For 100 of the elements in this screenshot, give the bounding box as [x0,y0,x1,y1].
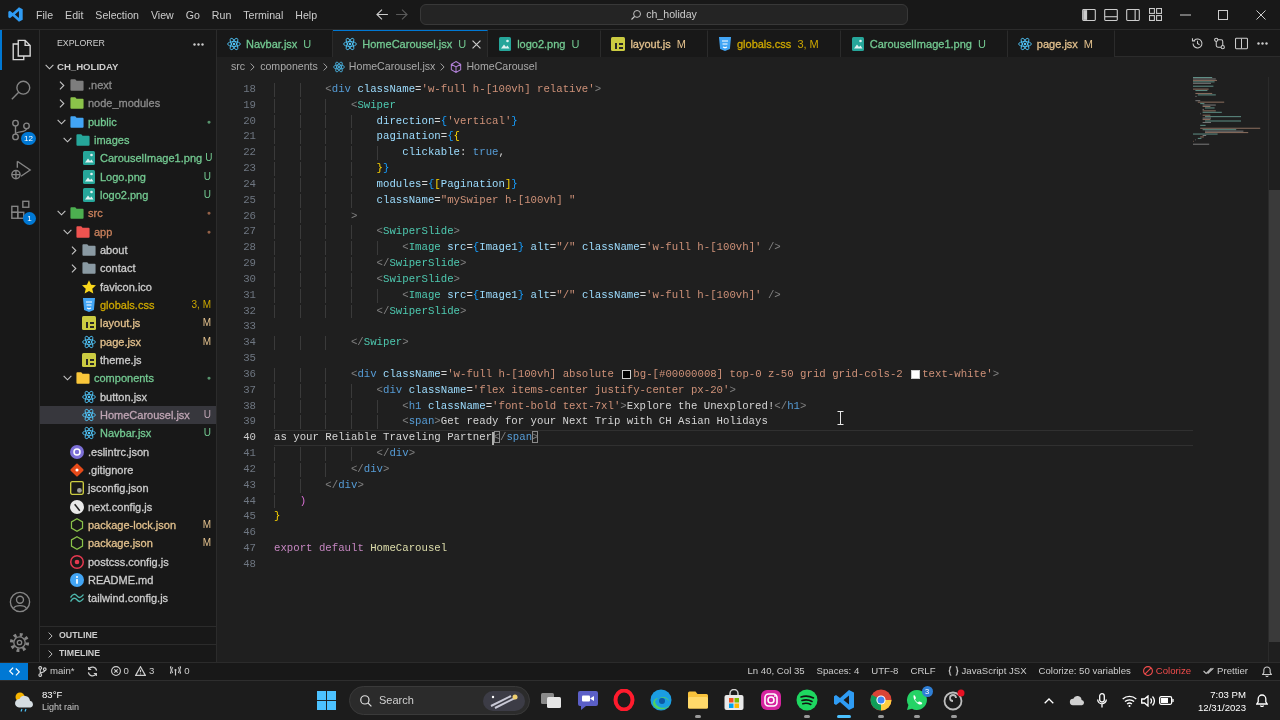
tree-item[interactable]: layout.js M [40,314,216,332]
close-icon[interactable] [1256,9,1266,20]
menu-item[interactable]: Terminal [237,4,290,25]
tree-item[interactable]: images [40,131,216,149]
breadcrumb[interactable]: HomeCarousel [450,59,538,75]
ports-button[interactable]: 0 [167,664,193,679]
status-item[interactable]: Colorize [1136,664,1198,679]
scrollbar-thumb[interactable] [1269,190,1280,642]
tree-item[interactable]: theme.js [40,351,216,369]
menu-item[interactable]: Go [179,4,206,25]
layout-icon[interactable] [1148,8,1162,21]
wifi-icon[interactable] [1121,694,1137,707]
tree-item[interactable]: Logo.png U [40,167,216,186]
tree-item[interactable]: .eslintrc.json [40,442,216,461]
clock-time[interactable]: 7:03 PM [1210,687,1246,701]
sidebar-toggle-icon[interactable] [1082,8,1096,21]
tree-item[interactable]: next.config.js [40,497,216,516]
breadcrumb[interactable]: HomeCarousel.jsx [332,59,436,75]
settings-icon[interactable] [9,631,30,653]
menu-item[interactable]: Help [289,4,324,25]
camera-icon[interactable] [759,688,782,711]
status-item[interactable]: Spaces: 4 [810,664,866,679]
video-chat-icon[interactable] [576,688,599,711]
more-icon[interactable] [193,42,204,46]
shopping-bag-icon[interactable] [723,688,746,711]
remote-button[interactable] [0,663,28,680]
cloud-icon[interactable] [1069,695,1085,706]
editor-tab[interactable]: CarouselImage1.png U [840,30,1008,57]
tree-item[interactable]: jsconfig.json [40,479,216,497]
tree-item[interactable]: tailwind.config.js [40,589,216,607]
clock-date[interactable]: 12/31/2023 [1198,700,1246,714]
source-control-icon[interactable] [9,119,32,141]
tree-item[interactable]: .gitignore [40,461,216,479]
section-header[interactable]: OUTLINE [40,626,216,644]
editor-tab[interactable]: logo2.png U [488,30,602,57]
maximize-icon[interactable] [1218,9,1228,20]
menu-item[interactable]: View [144,4,180,25]
tree-item[interactable]: package-lock.json M [40,516,216,534]
chat-phone-icon[interactable] [906,688,929,711]
breadcrumb[interactable]: src [231,59,246,75]
more-icon[interactable] [1257,41,1268,45]
menu-item[interactable]: Edit [59,4,90,25]
editor-tab[interactable]: globals.css 3, M [707,30,841,57]
history-icon[interactable] [1191,36,1204,50]
sync-icon[interactable] [86,666,98,677]
tree-item[interactable]: about [40,241,216,259]
status-item[interactable]: CRLF [904,664,942,679]
ring-icon[interactable] [613,688,636,711]
search-input[interactable]: Search [379,692,469,709]
problems-button[interactable]: 0 3 [107,664,158,679]
minimize-icon[interactable] [1179,13,1191,16]
tree-item[interactable]: contact [40,259,216,277]
menu-item[interactable]: Run [205,4,238,25]
extensions-icon[interactable] [9,199,32,221]
close-icon[interactable] [472,39,482,49]
status-item[interactable]: UTF-8 [865,664,905,679]
branch-button[interactable]: main* [34,664,79,679]
search-icon[interactable] [9,79,32,101]
tree-item[interactable]: README.md [40,571,216,589]
tree-item[interactable]: logo2.png U [40,186,216,204]
status-item[interactable]: Colorize: 50 variables [1032,664,1137,679]
command-center[interactable]: ch_holiday [420,4,908,25]
pinwheel-icon[interactable] [869,688,892,711]
breadcrumb[interactable]: components [260,59,318,75]
swirl-icon[interactable] [650,688,673,711]
tree-item[interactable]: node_modules [40,94,216,112]
editor-tab[interactable]: page.jsx M [1007,30,1115,57]
code-editor-icon[interactable] [833,688,856,711]
editor-tab[interactable]: HomeCarousel.jsx U [333,30,489,57]
tree-item[interactable]: postcss.config.js [40,552,216,571]
tree-item[interactable]: package.json M [40,534,216,552]
status-item[interactable]: JavaScript JSX [941,664,1033,679]
tree-item[interactable]: button.jsx [40,387,216,406]
tree-item[interactable]: CarouselImage1.png U [40,149,216,167]
panel-toggle-icon[interactable] [1104,8,1118,21]
editor-tab[interactable]: Navbar.jsx U [217,30,334,57]
start-icon[interactable] [316,691,336,710]
tree-item[interactable]: page.jsx M [40,332,216,351]
status-item[interactable]: Prettier [1197,664,1254,679]
arrow-left-icon[interactable] [376,9,388,20]
status-item[interactable]: Ln 40, Col 35 [741,664,811,679]
menu-item[interactable]: File [30,4,60,25]
compare-changes-icon[interactable] [1213,36,1226,50]
spiral-icon[interactable] [942,688,965,711]
bell-icon[interactable] [1262,666,1272,677]
speaker-icon[interactable] [1141,694,1155,707]
tree-item[interactable]: Navbar.jsx U [40,424,216,442]
battery-icon[interactable] [1158,696,1174,705]
menu-item[interactable]: Selection [89,4,145,25]
tree-item[interactable]: .next [40,76,216,94]
search-box[interactable]: Search [349,686,530,715]
section-header[interactable]: CH_HOLIDAY [40,58,216,76]
chevron-up-icon[interactable] [1044,697,1054,704]
microphone-icon[interactable] [1097,693,1107,708]
sound-waves-icon[interactable] [796,688,819,711]
tree-item[interactable]: HomeCarousel.jsx U [40,406,216,424]
tree-item[interactable]: globals.css 3, M [40,296,216,314]
play-bug-icon[interactable] [9,159,32,181]
account-icon[interactable] [8,591,31,613]
tree-item[interactable]: favicon.ico [40,277,216,296]
